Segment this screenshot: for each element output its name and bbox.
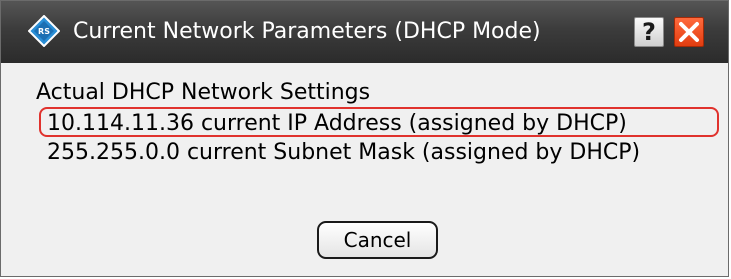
subnet-mask-line: 255.255.0.0 current Subnet Mask (assigne… [47, 140, 641, 165]
dialog-body: Actual DHCP Network Settings 10.114.11.3… [1, 63, 728, 276]
rohde-schwarz-logo-icon: RS [27, 14, 61, 48]
help-button[interactable]: ? [634, 17, 664, 47]
svg-text:RS: RS [38, 27, 50, 36]
window-title: Current Network Parameters (DHCP Mode) [73, 19, 541, 44]
dhcp-parameters-dialog: RS Current Network Parameters (DHCP Mode… [0, 0, 729, 277]
cancel-button[interactable]: Cancel [317, 221, 438, 259]
close-button[interactable] [674, 17, 704, 47]
close-icon [675, 18, 703, 46]
settings-heading: Actual DHCP Network Settings [36, 80, 371, 105]
ip-address-line: 10.114.11.36 current IP Address (assigne… [47, 111, 627, 136]
title-bar[interactable]: RS Current Network Parameters (DHCP Mode… [1, 1, 728, 63]
